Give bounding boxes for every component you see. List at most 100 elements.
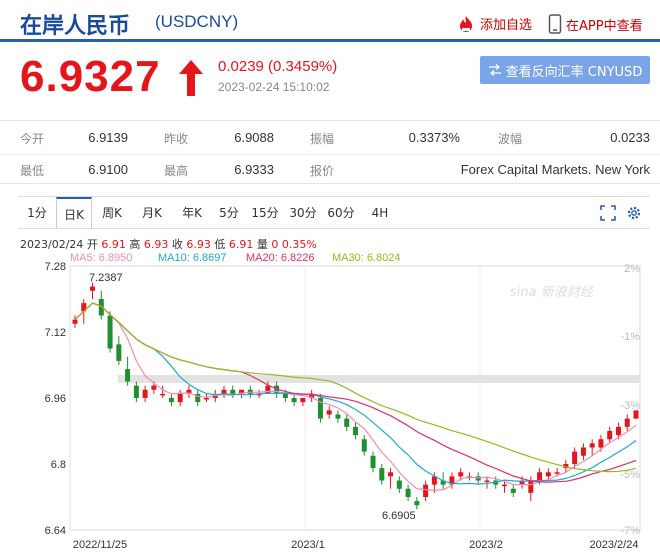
x-tick-label: 2023/2	[469, 539, 503, 551]
page-title: 在岸人民币	[20, 14, 131, 39]
ohlc-high: 6.93	[143, 238, 169, 251]
candle-body	[379, 468, 385, 481]
x-tick-label: 2023/2/24	[590, 539, 639, 551]
view-in-app-button[interactable]: 在APP中查看	[548, 14, 643, 34]
period-tabs: 1分 日K 周K 月K 年K 5分 15分 30分 60分 4H	[18, 197, 400, 229]
tab-period[interactable]: 30分	[284, 197, 322, 229]
candle-body	[230, 389, 236, 394]
candle-body	[414, 501, 420, 506]
ohlc-low: 6.91	[228, 238, 254, 251]
flame-icon	[460, 15, 472, 32]
tab-period[interactable]: 4H	[360, 197, 400, 229]
tab-period[interactable]: 月K	[132, 197, 172, 229]
settings-icon[interactable]	[626, 205, 642, 221]
candle-body	[221, 389, 227, 394]
candle-body	[160, 393, 166, 396]
y-tick-label: 7.28	[45, 262, 66, 273]
up-arrow-icon	[179, 60, 203, 96]
ohlc-vol-label: 量	[256, 238, 268, 251]
candle-body	[598, 439, 604, 448]
candle-body	[326, 410, 332, 415]
low-label: 最低	[20, 164, 45, 178]
min-annotation: 6.6905	[382, 510, 416, 522]
ohlc-readout: 2023/02/24 开 6.91 高 6.93 收 6.93 低 6.91 量…	[20, 236, 317, 252]
candle-body	[458, 472, 464, 477]
add-watchlist-button[interactable]: 添加自选	[456, 14, 532, 33]
candle-body	[624, 418, 630, 427]
wave-value: 0.0233	[610, 130, 650, 145]
ohlc-vol: 0	[271, 238, 279, 251]
candle-body	[125, 369, 131, 382]
candle-body	[90, 286, 96, 291]
candle-body	[388, 472, 394, 477]
max-annotation: 7.2387	[89, 272, 123, 284]
amplitude-label: 振幅	[310, 132, 335, 146]
candle-body	[361, 439, 367, 452]
open-label: 今开	[20, 132, 45, 146]
currency-code: (USDCNY)	[155, 12, 239, 31]
ohlc-low-label: 低	[214, 238, 226, 251]
wave-label: 波幅	[498, 132, 523, 146]
price-change: 0.0239 (0.3459%)	[218, 58, 338, 75]
stats-row: 最低 6.9100 最高 6.9333 报价 Forex Capital Mar…	[0, 154, 660, 184]
candle-body	[580, 447, 586, 456]
y-tick-label: 6.96	[45, 393, 66, 405]
tab-period[interactable]: 60分	[322, 197, 360, 229]
candle-body	[572, 451, 578, 464]
candle-body	[335, 414, 341, 419]
reverse-rate-button[interactable]: 查看反向汇率 CNYUSD	[480, 56, 650, 84]
tab-period[interactable]: 1分	[18, 197, 56, 229]
phone-icon	[548, 14, 562, 34]
tab-period[interactable]: 年K	[172, 197, 212, 229]
quote-timestamp: 2023-02-24 15:10:02	[218, 80, 330, 94]
candle-body	[282, 393, 288, 398]
ohlc-open-label: 开	[86, 238, 98, 251]
ohlc-close: 6.93	[186, 238, 211, 251]
pct-tick-label: -1%	[620, 331, 640, 343]
candle-body	[370, 455, 376, 469]
ohlc-high-label: 高	[129, 238, 141, 251]
add-watchlist-label: 添加自选	[480, 18, 533, 33]
prev-close-value: 6.9088	[234, 130, 274, 145]
candle-body	[615, 426, 621, 436]
tab-period[interactable]: 5分	[212, 197, 246, 229]
amplitude-value: 0.3373%	[408, 130, 460, 145]
reverse-rate-label: 查看反向汇率 CNYUSD	[505, 64, 643, 80]
candle-body	[510, 488, 516, 493]
swap-icon	[488, 64, 501, 76]
x-tick-label: 2022/11/25	[73, 539, 127, 551]
ma5-line	[74, 302, 637, 492]
kline-chart[interactable]: 7.287.126.966.86.642%-1%-3%-5%-7%2022/11…	[0, 262, 660, 552]
candle-body	[545, 472, 551, 477]
x-tick-label: 2023/1	[291, 539, 325, 551]
ohlc-pct: 0.35%	[281, 238, 317, 251]
pct-tick-label: -7%	[620, 525, 640, 537]
candle-body	[177, 393, 183, 403]
fullscreen-icon[interactable]	[600, 205, 616, 221]
pct-tick-label: 2%	[624, 263, 640, 275]
view-in-app-label: 在APP中查看	[566, 18, 643, 34]
candle-body	[633, 410, 639, 419]
candle-body	[107, 315, 113, 349]
price-band	[118, 375, 640, 383]
candle-body	[344, 418, 350, 427]
tab-period[interactable]: 15分	[246, 197, 284, 229]
tab-period[interactable]: 周K	[92, 197, 132, 229]
prev-close-label: 昨收	[164, 132, 189, 146]
open-value: 6.9139	[88, 130, 128, 145]
candle-body	[151, 385, 157, 390]
candle-body	[203, 398, 209, 400]
candle-body	[300, 398, 306, 403]
ohlc-close-label: 收	[171, 238, 183, 251]
y-tick-label: 6.64	[45, 525, 66, 537]
ohlc-open: 6.91	[101, 238, 126, 251]
plot-frame	[69, 265, 641, 531]
page-header: 在岸人民币 (USDCNY) 添加自选 在APP中查看	[0, 0, 660, 42]
candle-body	[116, 344, 122, 361]
quote-source-label: 报价	[310, 164, 335, 178]
tab-period[interactable]: 日K	[56, 197, 92, 229]
quote-source-value: Forex Capital Markets. New York	[460, 162, 650, 177]
candle-body	[484, 480, 490, 482]
high-label: 最高	[164, 164, 189, 178]
low-value: 6.9100	[88, 162, 128, 177]
